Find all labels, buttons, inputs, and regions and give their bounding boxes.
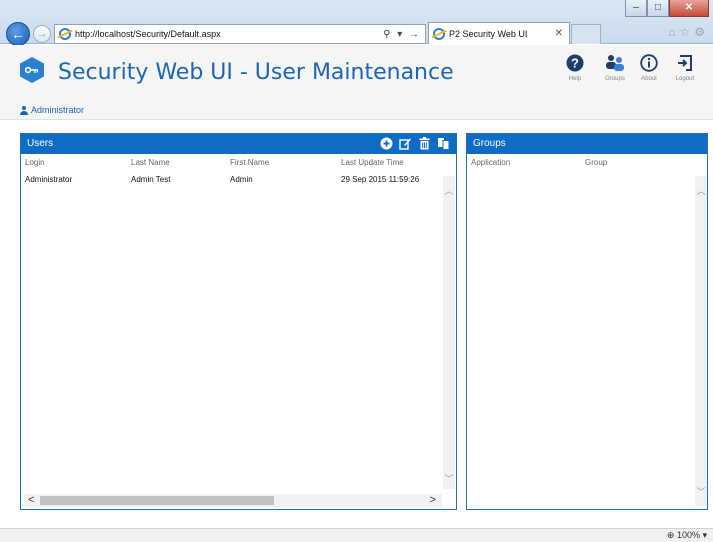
col-application[interactable]: Application xyxy=(471,158,510,167)
scroll-left-icon[interactable]: < xyxy=(28,494,34,507)
users-toolbar xyxy=(380,137,450,150)
logout-icon xyxy=(676,53,694,73)
browser-statusbar: ⊕ 100% ▾ xyxy=(0,528,713,542)
cell-first-name: Admin xyxy=(230,175,253,184)
col-last-name[interactable]: Last Name xyxy=(131,158,170,167)
about-nav[interactable]: About xyxy=(629,53,669,82)
groups-column-headers: Application Group xyxy=(467,154,707,171)
scroll-up-icon[interactable]: ︿ xyxy=(443,184,455,197)
cell-login: Administrator xyxy=(25,175,73,184)
table-row[interactable]: Administrator Admin Test Admin 29 Sep 20… xyxy=(21,171,456,189)
key-icon xyxy=(25,66,39,74)
minimize-button[interactable]: – xyxy=(625,0,647,17)
scroll-down-icon[interactable]: ﹀ xyxy=(695,485,707,498)
user-icon xyxy=(20,105,28,115)
tab-favicon-icon xyxy=(433,27,445,40)
scroll-thumb[interactable] xyxy=(40,496,274,505)
logout-label: Logout xyxy=(675,76,695,82)
forward-button[interactable]: → xyxy=(33,25,51,43)
tab-title: P2 Security Web UI xyxy=(449,28,528,39)
add-icon[interactable] xyxy=(380,137,393,150)
col-group[interactable]: Group xyxy=(585,158,607,167)
browser-tab[interactable]: P2 Security Web UI ✕ xyxy=(428,22,570,44)
search-refresh-icons[interactable]: ⚲ ▾ → xyxy=(383,29,425,40)
col-first-name[interactable]: First Name xyxy=(230,158,269,167)
users-horizontal-scrollbar[interactable]: < > xyxy=(24,494,442,507)
current-user-name[interactable]: Administrator xyxy=(31,105,84,115)
col-login[interactable]: Login xyxy=(25,158,45,167)
svg-text:?: ? xyxy=(571,56,579,71)
groups-panel: Groups Application Group ︿ ﹀ xyxy=(466,133,708,510)
groups-panel-header: Groups xyxy=(467,134,707,154)
edit-icon[interactable] xyxy=(399,137,412,150)
groups-vertical-scrollbar[interactable]: ︿ ﹀ xyxy=(695,176,707,506)
help-icon: ? xyxy=(566,53,584,73)
cell-last-name: Admin Test xyxy=(131,175,171,184)
about-label: About xyxy=(641,76,657,82)
tab-close-icon[interactable]: ✕ xyxy=(555,28,569,39)
scroll-up-icon[interactable]: ︿ xyxy=(695,184,707,197)
col-last-update-time[interactable]: Last Update Time xyxy=(341,158,404,167)
zoom-control[interactable]: ⊕ 100% ▾ xyxy=(667,530,707,541)
browser-titlebar: – □ ✕ ← → http://localhost/Security/Defa… xyxy=(0,0,713,46)
help-label: Help xyxy=(568,76,582,82)
users-vertical-scrollbar[interactable]: ︿ ﹀ xyxy=(443,176,455,489)
copy-icon[interactable] xyxy=(437,137,450,150)
help-nav[interactable]: ? Help xyxy=(555,53,595,82)
scroll-right-icon[interactable]: > xyxy=(430,494,436,507)
ie-page-icon xyxy=(59,28,71,40)
back-button[interactable]: ← xyxy=(6,22,30,46)
page-title: Security Web UI - User Maintenance xyxy=(58,60,454,85)
users-column-headers: Login Last Name First Name Last Update T… xyxy=(21,154,456,171)
users-panel-title: Users xyxy=(27,138,54,149)
current-user-link[interactable]: Administrator xyxy=(20,105,84,115)
url-text[interactable]: http://localhost/Security/Default.aspx xyxy=(75,29,383,39)
groups-icon xyxy=(604,53,626,73)
zoom-level[interactable]: 100% xyxy=(677,530,700,540)
cell-last-update-time: 29 Sep 2015 11:59:26 xyxy=(341,175,420,184)
close-window-button[interactable]: ✕ xyxy=(669,0,709,17)
scroll-down-icon[interactable]: ﹀ xyxy=(443,472,455,485)
browser-toolbar-icons[interactable]: ⌂☆⚙ xyxy=(668,25,709,39)
app-header: Security Web UI - User Maintenance ? Hel… xyxy=(0,45,713,120)
maximize-button[interactable]: □ xyxy=(647,0,669,17)
info-icon xyxy=(640,53,658,73)
window-controls: – □ ✕ xyxy=(625,0,709,18)
new-tab-button[interactable] xyxy=(571,24,601,44)
address-bar[interactable]: http://localhost/Security/Default.aspx ⚲… xyxy=(54,24,426,44)
users-panel: Users Login Last Name First Name Last Up… xyxy=(20,133,457,510)
groups-label: Groups xyxy=(605,76,625,82)
delete-icon[interactable] xyxy=(418,137,431,150)
groups-panel-title: Groups xyxy=(473,138,506,149)
users-panel-header: Users xyxy=(21,134,456,154)
logout-nav[interactable]: Logout xyxy=(665,53,705,82)
